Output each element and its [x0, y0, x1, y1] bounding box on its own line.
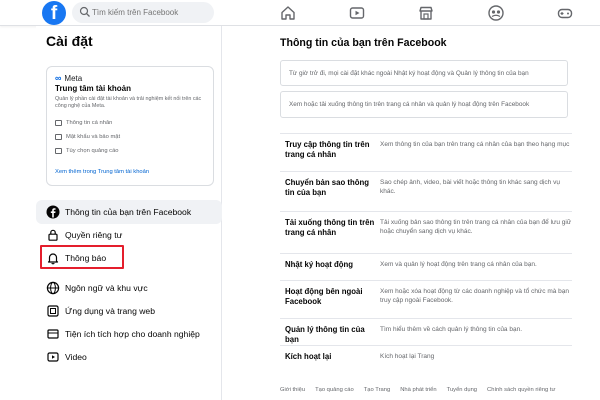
watch-icon[interactable] — [348, 4, 366, 22]
settings-sidebar: Cài đặt ∞ Meta Trung tâm tài khoản Quản … — [36, 26, 222, 400]
integrations-icon — [47, 329, 59, 339]
accounts-center-card[interactable]: ∞ Meta Trung tâm tài khoản Quản lý phần … — [46, 66, 214, 186]
footer-link[interactable]: Chính sách quyền riêng tư — [487, 387, 555, 393]
facebook-circle-icon — [46, 205, 60, 219]
facebook-logo[interactable]: f — [42, 1, 66, 25]
footer-link[interactable]: Tuyển dụng — [447, 387, 477, 393]
ad-preferences-icon — [55, 148, 62, 154]
main-content: Thông tin của bạn trên Facebook Từ giờ t… — [222, 26, 600, 400]
footer-link[interactable]: Tạo Trang — [364, 387, 390, 393]
row-access-profile-information[interactable]: Truy cập thông tin trên trang cá nhân Xe… — [280, 133, 572, 171]
search-icon — [79, 6, 90, 17]
sidebar-item-apps-websites[interactable]: Ứng dụng và trang web — [36, 299, 222, 323]
accounts-center-item-password-security[interactable]: Mật khẩu và bảo mật — [55, 134, 120, 140]
footer-link[interactable]: Giới thiệu — [280, 387, 305, 393]
groups-icon[interactable] — [487, 4, 505, 22]
search-input[interactable] — [92, 2, 210, 23]
footer-link[interactable]: Nhà phát triển — [400, 387, 436, 393]
globe-icon — [46, 281, 60, 295]
page-title: Thông tin của bạn trên Facebook — [280, 37, 447, 49]
lock-icon — [48, 229, 58, 241]
footer-links: Giới thiệu Tạo quảng cáo Tạo Trang Nhà p… — [280, 387, 555, 393]
accounts-center-item-personal-info[interactable]: Thông tin cá nhân — [55, 120, 112, 126]
sidebar-item-privacy[interactable]: Quyền riêng tư — [36, 223, 222, 247]
accounts-center-link[interactable]: Xem thêm trong Trung tâm tài khoản — [55, 169, 149, 175]
row-reactivate[interactable]: Kích hoạt lại Kích hoạt lại Trang — [280, 345, 572, 373]
apps-icon — [47, 305, 59, 317]
accounts-center-description: Quản lý phần cài đặt tài khoản và trải n… — [55, 96, 202, 109]
sidebar-item-language-region[interactable]: Ngôn ngữ và khu vực — [36, 276, 222, 300]
row-activity-log[interactable]: Nhật ký hoạt động Xem và quản lý hoạt độ… — [280, 253, 572, 280]
info-notice: Xem hoặc tải xuống thông tin trên trang … — [280, 91, 568, 118]
accounts-center-title: Trung tâm tài khoản — [55, 84, 132, 93]
marketplace-icon[interactable] — [417, 4, 435, 22]
home-icon[interactable] — [279, 4, 297, 22]
sidebar-item-business-integrations[interactable]: Tiện ích tích hợp cho doanh nghiệp — [36, 322, 222, 346]
notifications-highlight-box — [40, 245, 124, 269]
id-card-icon — [55, 120, 62, 126]
row-manage-your-information[interactable]: Quản lý thông tin của bạn Tìm hiểu thêm … — [280, 318, 572, 345]
footer-link[interactable]: Tạo quảng cáo — [315, 387, 354, 393]
settings-notice: Từ giờ trở đi, mọi cài đặt khác ngoài Nh… — [280, 60, 568, 86]
meta-logo: ∞ Meta — [55, 73, 83, 83]
search-box[interactable] — [72, 2, 214, 23]
row-off-facebook-activity[interactable]: Hoạt động bên ngoài Facebook Xem hoặc xó… — [280, 280, 572, 318]
sidebar-item-video[interactable]: Video — [36, 345, 222, 369]
video-icon — [47, 352, 59, 362]
meta-infinity-icon: ∞ — [55, 73, 62, 83]
row-transfer-copy[interactable]: Chuyển bản sao thông tin của bạn Sao ché… — [280, 171, 572, 211]
top-navigation-bar: f — [0, 0, 600, 26]
accounts-center-item-ad-preferences[interactable]: Tùy chọn quảng cáo — [55, 148, 119, 154]
row-download-profile-information[interactable]: Tải xuống thông tin trên trang cá nhân T… — [280, 211, 572, 253]
sidebar-item-your-facebook-information[interactable]: Thông tin của bạn trên Facebook — [36, 200, 222, 224]
shield-icon — [55, 134, 62, 140]
gaming-icon[interactable] — [556, 4, 574, 22]
sidebar-title: Cài đặt — [46, 33, 93, 49]
